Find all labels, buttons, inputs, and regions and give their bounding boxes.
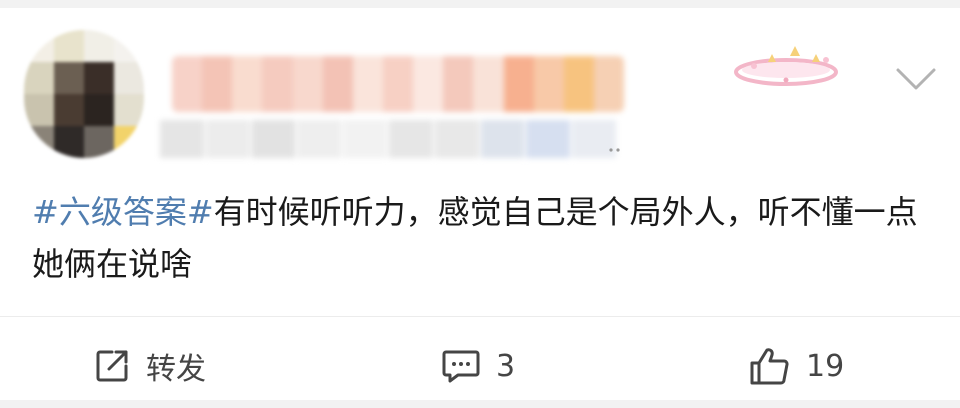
like-count: 19 — [806, 348, 845, 384]
thumbs-up-icon — [750, 348, 789, 385]
chevron-down-icon[interactable] — [888, 60, 944, 100]
comment-count: 3 — [496, 348, 516, 384]
comment-button[interactable]: 3 — [440, 338, 515, 394]
post-meta-blurred — [160, 120, 616, 158]
post-card: #六级答案#有时候听听力，感觉自己是个局外人，听不懂一点她俩在说啥 转发 3 1… — [0, 8, 960, 400]
repost-label: 转发 — [146, 352, 206, 387]
repost-button[interactable]: 转发 — [92, 338, 206, 394]
decorative-badge-icon — [734, 46, 838, 86]
topic-link[interactable]: #六级答案# — [32, 193, 214, 231]
avatar[interactable] — [24, 30, 144, 158]
share-box-icon — [96, 350, 128, 382]
username-blurred[interactable] — [172, 56, 624, 112]
post-text: #六级答案#有时候听听力，感觉自己是个局外人，听不懂一点她俩在说啥 — [32, 186, 932, 290]
dots-icon — [609, 148, 620, 152]
comment-bubble-icon — [442, 350, 480, 383]
like-button[interactable]: 19 — [748, 338, 844, 394]
divider — [0, 316, 960, 317]
